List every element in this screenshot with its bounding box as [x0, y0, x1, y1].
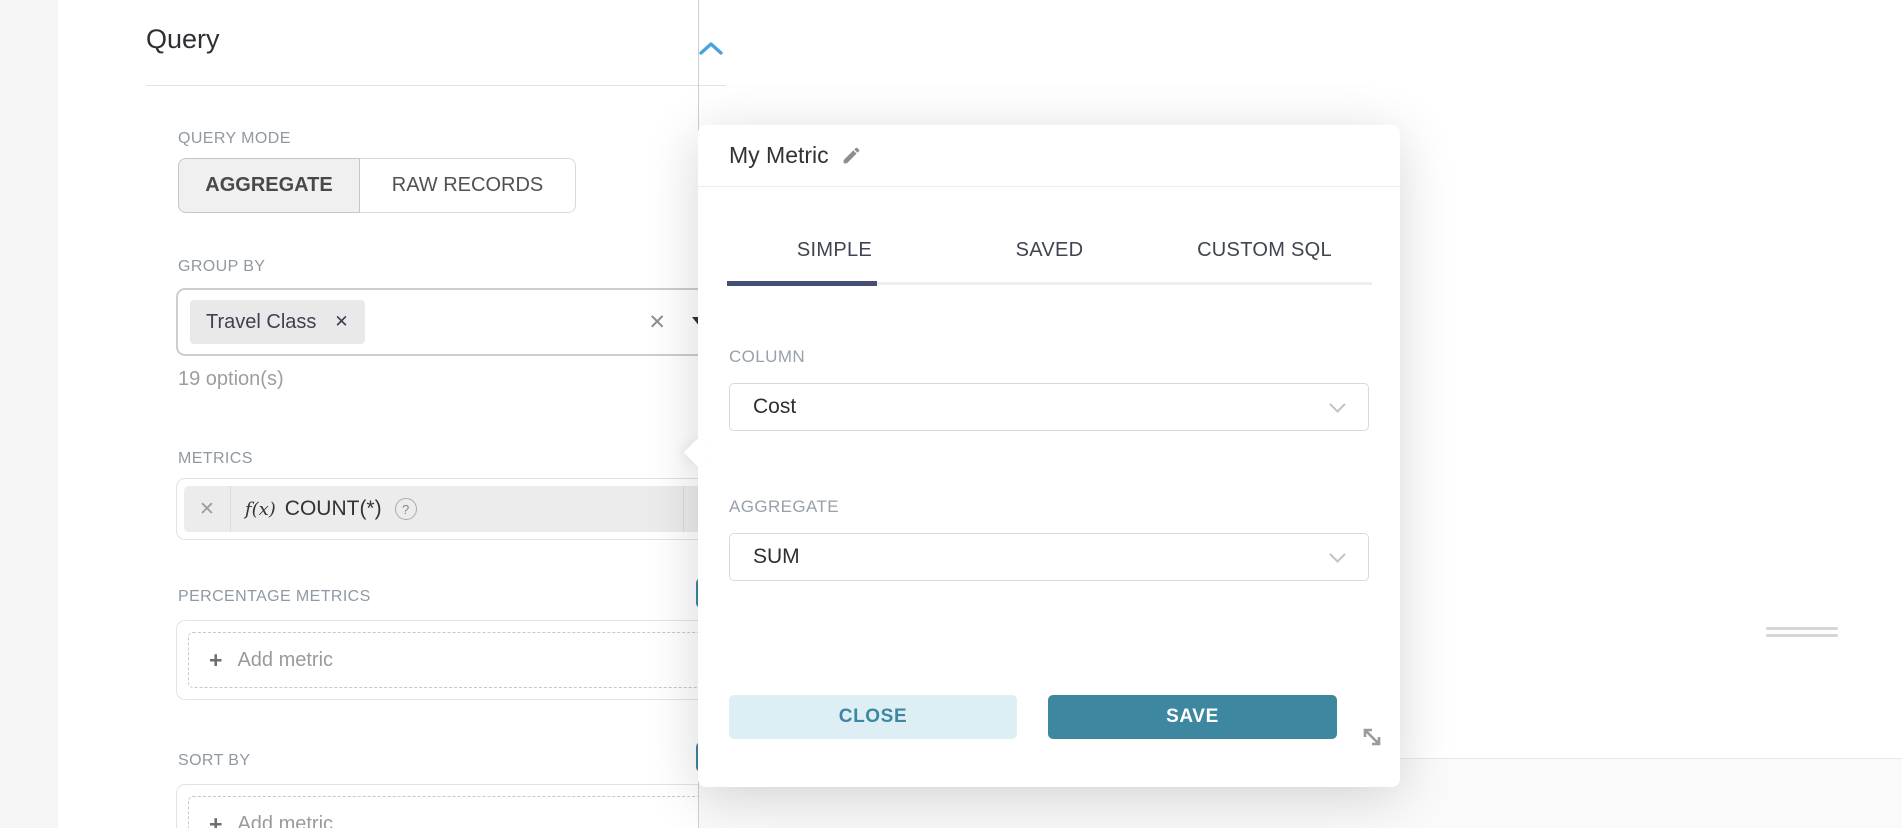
- active-tab-indicator: [727, 281, 877, 286]
- metric-item[interactable]: ✕ f(x) COUNT(*) ? ›: [184, 486, 720, 532]
- raw-records-mode-button[interactable]: RAW RECORDS: [360, 158, 576, 213]
- column-value: Cost: [753, 395, 796, 419]
- remove-metric-icon[interactable]: ✕: [184, 498, 230, 521]
- chart-builder-screen: Query QUERY MODE AGGREGATE RAW RECORDS G…: [0, 0, 1902, 828]
- group-by-options-hint: 19 option(s): [178, 368, 284, 391]
- metrics-label: METRICS: [178, 450, 253, 468]
- percentage-metrics-label: PERCENTAGE METRICS: [178, 588, 371, 606]
- add-sort-by-dropzone[interactable]: + Add metric: [188, 796, 716, 828]
- popover-header: My Metric: [698, 125, 1400, 187]
- add-metric-placeholder: Add metric: [237, 813, 333, 828]
- pill-divider: [230, 486, 231, 532]
- chevron-up-icon: [698, 45, 724, 62]
- add-metric-placeholder: Add metric: [237, 649, 333, 672]
- group-by-tag: Travel Class ✕: [190, 300, 365, 344]
- edit-pencil-icon[interactable]: [841, 145, 862, 166]
- function-icon: f(x): [245, 499, 276, 520]
- query-section-title: Query: [146, 24, 220, 55]
- collapse-section-button[interactable]: [698, 40, 724, 58]
- tab-simple[interactable]: SIMPLE: [727, 229, 942, 284]
- metric-title: My Metric: [729, 142, 829, 169]
- tab-saved[interactable]: SAVED: [942, 229, 1157, 284]
- resize-drag-handle[interactable]: [1766, 627, 1838, 641]
- help-icon: ?: [395, 498, 417, 520]
- query-control-panel: Query QUERY MODE AGGREGATE RAW RECORDS G…: [58, 0, 698, 828]
- chevron-down-icon: [1329, 395, 1346, 419]
- sort-by-container: + Add metric: [176, 784, 728, 828]
- metric-name: COUNT(*): [285, 497, 382, 521]
- tab-rail: [727, 282, 1372, 285]
- sort-by-label: SORT BY: [178, 752, 250, 770]
- clear-all-icon[interactable]: ✕: [648, 310, 666, 335]
- left-rail: [0, 0, 58, 828]
- save-button[interactable]: SAVE: [1048, 695, 1337, 739]
- query-mode-label: QUERY MODE: [178, 130, 291, 148]
- plus-icon: +: [209, 811, 222, 828]
- group-by-select[interactable]: Travel Class ✕ ✕: [176, 288, 728, 356]
- aggregate-value: SUM: [753, 545, 800, 569]
- aggregate-mode-button[interactable]: AGGREGATE: [178, 158, 360, 213]
- aggregate-label: AGGREGATE: [729, 497, 839, 517]
- section-divider: [146, 85, 726, 86]
- column-label: COLUMN: [729, 347, 805, 367]
- remove-tag-icon[interactable]: ✕: [334, 312, 348, 332]
- metrics-container: ✕ f(x) COUNT(*) ? ›: [176, 478, 728, 540]
- group-by-label: GROUP BY: [178, 258, 265, 276]
- close-button[interactable]: CLOSE: [729, 695, 1017, 739]
- metric-editor-tabs: SIMPLE SAVED CUSTOM SQL: [727, 229, 1372, 284]
- tab-custom-sql[interactable]: CUSTOM SQL: [1157, 229, 1372, 284]
- column-select[interactable]: Cost: [729, 383, 1369, 431]
- percentage-metrics-container: + Add metric: [176, 620, 728, 700]
- group-by-tag-text: Travel Class: [206, 311, 316, 334]
- metric-editor-popover: My Metric SIMPLE SAVED CUSTOM SQL COLUMN…: [698, 125, 1400, 787]
- aggregate-select[interactable]: SUM: [729, 533, 1369, 581]
- popover-resize-icon[interactable]: [1358, 723, 1386, 751]
- chevron-down-icon: [1329, 545, 1346, 569]
- query-mode-toggle: AGGREGATE RAW RECORDS: [178, 158, 576, 213]
- plus-icon: +: [209, 647, 222, 674]
- add-percentage-metric-dropzone[interactable]: + Add metric: [188, 632, 716, 688]
